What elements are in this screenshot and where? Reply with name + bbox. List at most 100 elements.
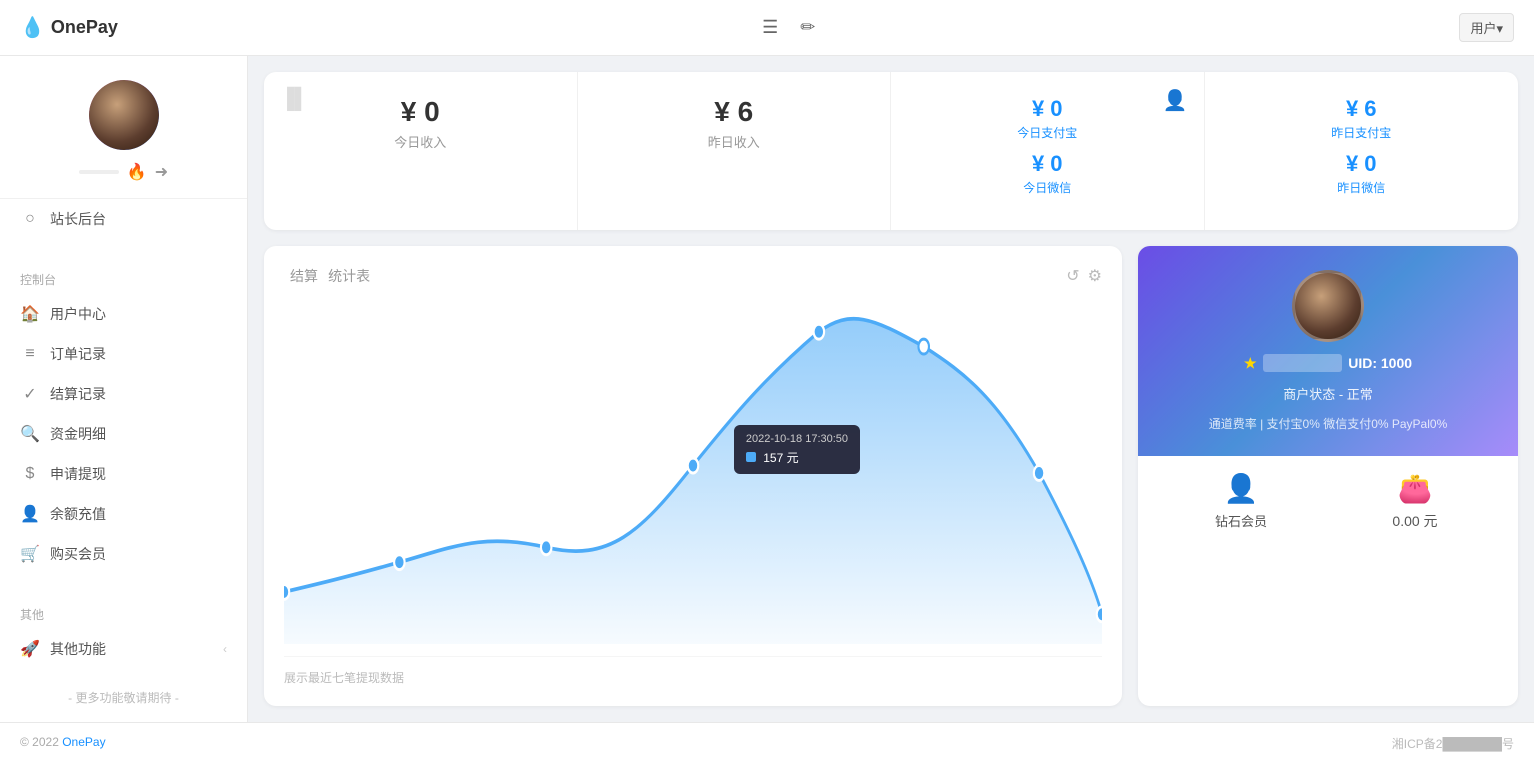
more-left: 🚀 其他功能 [20, 639, 106, 659]
top-nav: 💧 OnePay ☰ ✏ 用户▾ [0, 0, 1534, 56]
sidebar-item-label: 余额充值 [50, 504, 106, 524]
main-layout: 🔥 ➜ ○ 站长后台 控制台 🏠 用户中心 ≡ 订单记录 ✓ 结算记录 🔍 资金… [0, 56, 1534, 722]
stat-yesterday-alipay-wechat: ¥ 6 昨日支付宝 ¥ 0 昨日微信 [1205, 72, 1519, 230]
fire-button[interactable]: 🔥 [127, 162, 147, 182]
person-icon: 👤 [1163, 88, 1188, 113]
edit-button[interactable]: ✏ [796, 13, 819, 42]
stats-row: ▐▌ ¥ 0 今日收入 ¥ 6 昨日收入 👤 ¥ 0 今日支付宝 ¥ 0 今日微… [264, 72, 1518, 230]
admin-label: 站长后台 [50, 209, 106, 229]
chart-header: 结算 统计表 ↺ ⚙ [284, 266, 1102, 286]
today-alipay-label: 今日支付宝 [911, 124, 1184, 141]
wallet-icon: 👛 [1398, 472, 1433, 505]
profile-status: 商户状态 - 正常 [1283, 384, 1373, 403]
page-footer: © 2022 OnePay 湘ICP备2███████号 [0, 722, 1534, 764]
yesterday-wechat-label: 昨日微信 [1225, 179, 1499, 196]
sidebar-item-more-features[interactable]: 🚀 其他功能 ‹ [0, 629, 247, 669]
chart-title: 结算 统计表 [284, 266, 370, 286]
sidebar-item-funds[interactable]: 🔍 资金明细 [0, 414, 247, 454]
sidebar-item-label: 其他功能 [50, 639, 106, 659]
profile-username: ████ [1263, 354, 1343, 372]
chart-point [688, 458, 698, 473]
membership-label: 钻石会员 [1215, 511, 1267, 530]
orders-icon: ≡ [20, 345, 40, 363]
home-icon: 🏠 [20, 304, 40, 324]
chart-point [1034, 466, 1044, 481]
user-profile: 🔥 ➜ [0, 56, 247, 199]
chart-container: 2022-10-18 17:30:50 157 元 [284, 302, 1102, 644]
app-name: OnePay [51, 17, 118, 38]
sidebar-item-settlements[interactable]: ✓ 结算记录 [0, 374, 247, 414]
stat-yesterday-income: ¥ 6 昨日收入 [578, 72, 892, 230]
menu-button[interactable]: ☰ [758, 13, 782, 42]
stat-today-alipay-wechat: 👤 ¥ 0 今日支付宝 ¥ 0 今日微信 [891, 72, 1205, 230]
today-alipay-value: ¥ 0 [911, 96, 1184, 122]
refresh-button[interactable]: ↺ [1066, 266, 1079, 286]
today-wechat-label: 今日微信 [911, 179, 1184, 196]
yesterday-alipay-label: 昨日支付宝 [1225, 124, 1499, 141]
bar-chart-icon: ▐▌ [280, 88, 308, 111]
admin-icon: ○ [20, 210, 40, 228]
user-dropdown[interactable]: 用户▾ [1459, 13, 1514, 42]
sidebar-item-label: 订单记录 [50, 344, 106, 364]
sidebar-item-label: 用户中心 [50, 304, 106, 324]
sidebar-item-withdraw[interactable]: $ 申请提现 [0, 454, 247, 494]
avatar [89, 80, 159, 150]
yesterday-wechat-value: ¥ 0 [1225, 151, 1499, 177]
user-info: 🔥 ➜ [79, 162, 168, 182]
sidebar-item-recharge[interactable]: 👤 余额充值 [0, 494, 247, 534]
profile-balance: 👛 0.00 元 [1336, 472, 1494, 531]
star-icon: ★ [1244, 355, 1257, 372]
chart-point [541, 540, 551, 555]
sidebar-item-label: 购买会员 [50, 544, 106, 564]
section-label: 控制台 [0, 255, 247, 294]
yesterday-income-value: ¥ 6 [598, 96, 871, 128]
footer-icp: 湘ICP备2███████号 [1392, 735, 1514, 752]
uid-value: UID: 1000 [1348, 355, 1412, 371]
dollar-icon: $ [20, 465, 40, 483]
chart-actions: ↺ ⚙ [1066, 266, 1102, 286]
chart-card: 结算 统计表 ↺ ⚙ [264, 246, 1122, 706]
profile-card-header: ★ ████ UID: 1000 商户状态 - 正常 通道费率 | 支付宝0% … [1138, 246, 1518, 456]
balance-value: 0.00 元 [1392, 511, 1437, 531]
sidebar-item-admin[interactable]: ○ 站长后台 [0, 199, 247, 239]
sidebar-item-label: 资金明细 [50, 424, 106, 444]
main-content: ▐▌ ¥ 0 今日收入 ¥ 6 昨日收入 👤 ¥ 0 今日支付宝 ¥ 0 今日微… [248, 56, 1534, 722]
chevron-icon: ‹ [223, 642, 227, 656]
yesterday-income-label: 昨日收入 [598, 132, 871, 151]
today-income-label: 今日收入 [284, 132, 557, 151]
chart-point [284, 585, 289, 600]
sidebar-item-user-center[interactable]: 🏠 用户中心 [0, 294, 247, 334]
sidebar: 🔥 ➜ ○ 站长后台 控制台 🏠 用户中心 ≡ 订单记录 ✓ 结算记录 🔍 资金… [0, 56, 248, 722]
chart-subtitle: 统计表 [328, 268, 370, 284]
search-icon: 🔍 [20, 424, 40, 444]
person-stat-icon: 👤 [1224, 472, 1259, 505]
today-wechat-value: ¥ 0 [911, 151, 1184, 177]
rocket-icon: 🚀 [20, 639, 40, 659]
chart-point [814, 324, 824, 339]
logo: 💧 OnePay [20, 15, 118, 40]
chart-svg [284, 302, 1102, 644]
yesterday-alipay-value: ¥ 6 [1225, 96, 1499, 122]
share-button[interactable]: ⚙ [1088, 266, 1102, 286]
chart-area [284, 319, 1102, 644]
stat-today-income: ▐▌ ¥ 0 今日收入 [264, 72, 578, 230]
sidebar-item-label: 申请提现 [50, 464, 106, 484]
profile-rates: 通道费率 | 支付宝0% 微信支付0% PayPal0% [1209, 415, 1448, 432]
footer-copyright: © 2022 OnePay [20, 735, 106, 752]
nav-icons: ☰ ✏ [758, 13, 819, 42]
logout-button[interactable]: ➜ [155, 162, 168, 182]
profile-card-body: 👤 钻石会员 👛 0.00 元 [1138, 456, 1518, 547]
sidebar-item-membership[interactable]: 🛒 购买会员 [0, 534, 247, 574]
bottom-row: 结算 统计表 ↺ ⚙ [264, 246, 1518, 706]
profile-avatar [1292, 270, 1364, 342]
profile-uid: ★ ████ UID: 1000 [1244, 354, 1412, 372]
sidebar-item-orders[interactable]: ≡ 订单记录 [0, 334, 247, 374]
logo-icon: 💧 [20, 15, 45, 40]
chart-point-active [918, 339, 928, 354]
recharge-icon: 👤 [20, 504, 40, 524]
username [79, 170, 119, 174]
footer-brand: OnePay [62, 735, 105, 749]
other-label: 其他 [0, 590, 247, 629]
cart-icon: 🛒 [20, 544, 40, 564]
profile-card: ★ ████ UID: 1000 商户状态 - 正常 通道费率 | 支付宝0% … [1138, 246, 1518, 706]
